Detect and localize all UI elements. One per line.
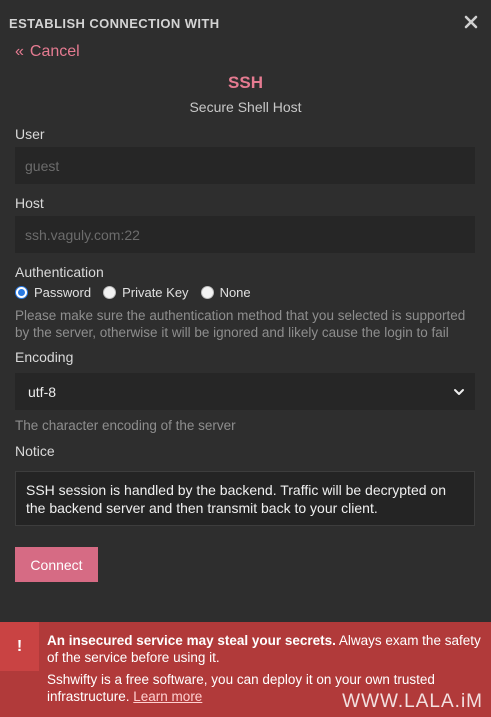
chevron-down-icon bbox=[454, 388, 464, 395]
encoding-help: The character encoding of the server bbox=[15, 418, 236, 433]
chevron-left-icon: « bbox=[15, 43, 24, 60]
dialog-title: ESTABLISH CONNECTION WITH bbox=[9, 16, 220, 31]
protocol-description: Secure Shell Host bbox=[189, 99, 302, 115]
watermark: WWW.LALA.iM bbox=[342, 691, 483, 712]
auth-option-label: None bbox=[219, 284, 251, 300]
host-label: Host bbox=[15, 195, 44, 211]
host-input[interactable] bbox=[15, 216, 475, 253]
learn-more-link[interactable]: Learn more bbox=[133, 689, 202, 704]
radio-checked[interactable] bbox=[15, 285, 28, 299]
auth-option-private-key[interactable]: Private Key bbox=[103, 284, 189, 300]
encoding-select[interactable]: utf-8 bbox=[15, 373, 475, 410]
notice-box: SSH session is handled by the backend. T… bbox=[15, 471, 475, 526]
authentication-help: Please make sure the authentication meth… bbox=[15, 308, 466, 340]
warning-strong: An insecured service may steal your secr… bbox=[47, 633, 336, 648]
protocol-name: SSH bbox=[228, 73, 263, 92]
security-warning-bar: ! An insecured service may steal your se… bbox=[0, 622, 491, 717]
authentication-label: Authentication bbox=[15, 264, 104, 280]
cancel-label: Cancel bbox=[29, 43, 80, 60]
authentication-options: Password Private Key None bbox=[15, 284, 263, 300]
auth-option-label: Password bbox=[34, 284, 92, 300]
radio-unchecked[interactable] bbox=[103, 285, 117, 299]
notice-label: Notice bbox=[15, 443, 55, 459]
encoding-value: utf-8 bbox=[28, 383, 57, 400]
connect-button[interactable]: Connect bbox=[15, 547, 98, 582]
auth-option-none[interactable]: None bbox=[200, 284, 251, 300]
radio-unchecked[interactable] bbox=[200, 285, 214, 299]
user-label: User bbox=[15, 126, 45, 142]
close-icon[interactable] bbox=[463, 14, 479, 30]
auth-option-password[interactable]: Password bbox=[15, 285, 91, 300]
encoding-label: Encoding bbox=[15, 349, 74, 365]
user-input[interactable] bbox=[15, 147, 475, 184]
warning-icon: ! bbox=[0, 622, 39, 671]
auth-option-label: Private Key bbox=[122, 284, 189, 300]
dialog-header: ESTABLISH CONNECTION WITH bbox=[0, 0, 491, 46]
cancel-link[interactable]: « Cancel bbox=[15, 43, 80, 61]
